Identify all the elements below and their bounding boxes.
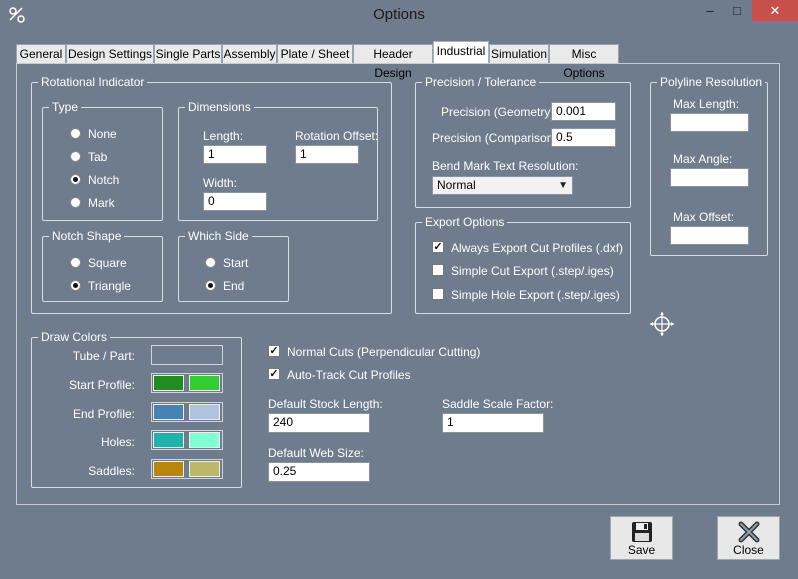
start-profile-label: Start Profile: bbox=[68, 378, 135, 392]
side-end-label: End bbox=[223, 279, 245, 293]
notch-square-radio[interactable] bbox=[70, 257, 81, 268]
saddles-color-1[interactable] bbox=[153, 461, 184, 477]
dimensions-legend: Dimensions bbox=[185, 100, 254, 114]
tab-general[interactable]: General bbox=[16, 44, 66, 63]
max-offset-input[interactable] bbox=[670, 226, 749, 245]
chevron-down-icon: ▼ bbox=[558, 180, 568, 191]
bend-mark-select[interactable]: Normal ▼ bbox=[432, 176, 573, 195]
tab-simulation[interactable]: Simulation bbox=[489, 44, 549, 63]
saddles-swatch bbox=[151, 459, 223, 479]
tab-design-settings[interactable]: Design Settings bbox=[66, 44, 154, 63]
window-title: Options bbox=[373, 6, 425, 23]
close-x-icon bbox=[737, 520, 761, 544]
stock-length-label: Default Stock Length: bbox=[268, 397, 383, 411]
rotational-indicator-legend: Rotational Indicator bbox=[38, 75, 148, 89]
width-label: Width: bbox=[203, 176, 238, 190]
saddle-scale-label: Saddle Scale Factor: bbox=[442, 397, 554, 411]
export-simple-cut-checkbox[interactable] bbox=[432, 264, 444, 276]
holes-swatch bbox=[151, 430, 223, 450]
notch-shape-legend: Notch Shape bbox=[49, 229, 125, 243]
normal-cuts-label: Normal Cuts (Perpendicular Cutting) bbox=[287, 345, 481, 359]
auto-track-label: Auto-Track Cut Profiles bbox=[287, 368, 411, 382]
save-label: Save bbox=[627, 543, 656, 557]
export-simple-cut-label: Simple Cut Export (.step/.iges) bbox=[451, 264, 614, 278]
start-profile-color-1[interactable] bbox=[153, 375, 184, 391]
max-length-label: Max Length: bbox=[673, 97, 740, 111]
bend-mark-value: Normal bbox=[437, 178, 476, 192]
type-tab-radio[interactable] bbox=[70, 151, 81, 162]
notch-square-label: Square bbox=[88, 256, 127, 270]
type-mark-label: Mark bbox=[88, 196, 115, 210]
export-options-legend: Export Options bbox=[422, 215, 508, 229]
export-simple-hole-label: Simple Hole Export (.step/.iges) bbox=[451, 288, 620, 302]
holes-color-2[interactable] bbox=[189, 432, 220, 448]
saddles-label: Saddles: bbox=[88, 464, 135, 478]
precision-geometry-label: Precision (Geometry): bbox=[441, 105, 558, 119]
max-angle-input[interactable] bbox=[670, 168, 749, 187]
rotation-offset-input[interactable]: 1 bbox=[295, 145, 359, 164]
end-profile-color-1[interactable] bbox=[153, 404, 184, 420]
bend-mark-label: Bend Mark Text Resolution: bbox=[432, 159, 579, 173]
auto-track-checkbox[interactable]: ✓ bbox=[268, 368, 280, 380]
side-end-radio[interactable] bbox=[205, 280, 216, 291]
holes-color-1[interactable] bbox=[153, 432, 184, 448]
tube-part-color[interactable] bbox=[151, 345, 223, 365]
max-angle-label: Max Angle: bbox=[673, 152, 733, 166]
web-size-label: Default Web Size: bbox=[268, 446, 364, 460]
saddle-scale-input[interactable]: 1 bbox=[442, 413, 544, 433]
close-button[interactable]: Close bbox=[717, 516, 780, 560]
type-none-label: None bbox=[88, 127, 117, 141]
end-profile-label: End Profile: bbox=[72, 407, 135, 421]
length-input[interactable]: 1 bbox=[203, 145, 267, 164]
max-offset-label: Max Offset: bbox=[673, 210, 735, 224]
end-profile-swatch bbox=[151, 402, 223, 422]
normal-cuts-checkbox[interactable]: ✓ bbox=[268, 345, 280, 357]
tab-industrial[interactable]: Industrial bbox=[433, 41, 489, 64]
type-mark-radio[interactable] bbox=[70, 197, 81, 208]
draw-colors-legend: Draw Colors bbox=[38, 330, 111, 344]
stock-length-input[interactable]: 240 bbox=[268, 413, 370, 433]
precision-comparison-label: Precision (Comparison): bbox=[432, 131, 561, 145]
tab-assembly[interactable]: Assembly bbox=[222, 44, 277, 63]
floppy-disk-icon bbox=[630, 520, 654, 544]
move-crosshair-icon bbox=[649, 311, 675, 337]
tab-header-design[interactable]: Header Design bbox=[353, 44, 433, 80]
close-window-button[interactable]: ✕ bbox=[752, 0, 798, 21]
tab-single-parts[interactable]: Single Parts bbox=[154, 44, 222, 63]
length-label: Length: bbox=[203, 129, 244, 143]
polyline-resolution-legend: Polyline Resolution bbox=[657, 75, 766, 89]
which-side-legend: Which Side bbox=[185, 229, 252, 243]
tube-part-label: Tube / Part: bbox=[72, 349, 135, 363]
max-length-input[interactable] bbox=[670, 113, 749, 132]
web-size-input[interactable]: 0.25 bbox=[268, 462, 370, 482]
precision-comparison-input[interactable]: 0.5 bbox=[551, 128, 616, 147]
precision-geometry-input[interactable]: 0.001 bbox=[551, 102, 616, 121]
start-profile-color-2[interactable] bbox=[189, 375, 220, 391]
save-button[interactable]: Save bbox=[610, 516, 673, 560]
maximize-button[interactable]: □ bbox=[724, 0, 750, 21]
saddles-color-2[interactable] bbox=[189, 461, 220, 477]
side-start-radio[interactable] bbox=[205, 257, 216, 268]
notch-triangle-radio[interactable] bbox=[70, 280, 81, 291]
end-profile-color-2[interactable] bbox=[189, 404, 220, 420]
type-notch-label: Notch bbox=[88, 173, 120, 187]
width-input[interactable]: 0 bbox=[203, 192, 267, 211]
minimize-button[interactable]: – bbox=[697, 0, 723, 21]
notch-triangle-label: Triangle bbox=[88, 279, 131, 293]
type-none-radio[interactable] bbox=[70, 128, 81, 139]
rotation-offset-label: Rotation Offset: bbox=[295, 129, 379, 143]
type-notch-radio[interactable] bbox=[70, 174, 81, 185]
export-dxf-checkbox[interactable]: ✓ bbox=[432, 241, 444, 253]
precision-legend: Precision / Tolerance bbox=[422, 75, 540, 89]
type-tab-label: Tab bbox=[88, 150, 108, 164]
tab-plate-sheet[interactable]: Plate / Sheet bbox=[277, 44, 353, 63]
start-profile-swatch bbox=[151, 373, 223, 393]
type-legend: Type bbox=[49, 100, 82, 114]
export-simple-hole-checkbox[interactable] bbox=[432, 288, 444, 300]
tab-misc-options[interactable]: Misc Options bbox=[549, 44, 619, 80]
export-dxf-label: Always Export Cut Profiles (.dxf) bbox=[451, 241, 624, 255]
side-start-label: Start bbox=[223, 256, 249, 270]
close-label: Close bbox=[733, 543, 764, 557]
holes-label: Holes: bbox=[100, 435, 135, 449]
